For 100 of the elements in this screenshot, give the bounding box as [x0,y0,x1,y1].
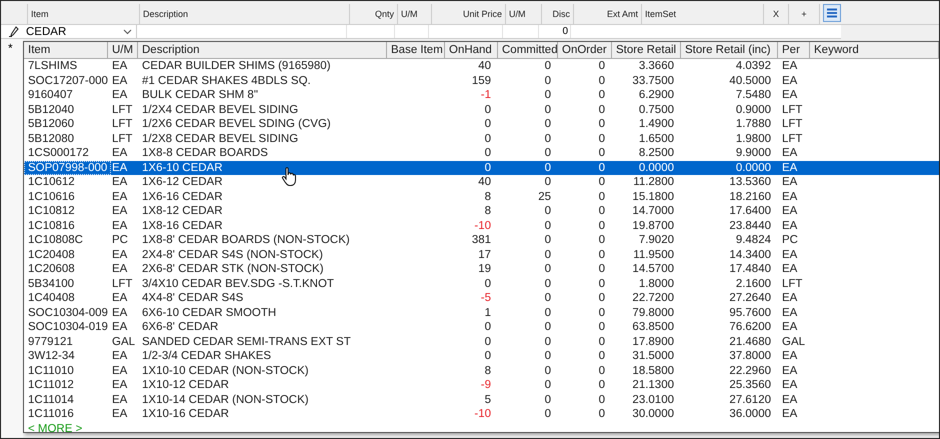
column-header[interactable]: Disc [542,4,574,24]
table-cell-text: 0 [598,218,606,233]
column-header[interactable]: OnOrder [558,42,612,58]
menu-icon[interactable] [823,4,841,22]
table-row[interactable]: 1C11012 EA 1X10-12 CEDAR -9 0 0 21.1300 25.3560 EA [24,378,939,392]
disc-cell[interactable]: 0 [539,25,571,38]
table-cell-text: -1 [480,88,492,102]
table-row[interactable]: SOP07998-000 EA 1X6-10 CEDAR 0 0 0 0.0000 0.0000 EA [24,160,939,175]
table-cell-text: 1C11012 [27,378,75,392]
column-header[interactable]: Keyword [810,42,939,58]
table-cell-text: SANDED CEDAR SEMI-TRANS EXT ST [141,334,352,349]
table-cell-text: 0.7500 [638,102,675,117]
table-row[interactable]: 1CS000172 EA 1X8-8 CEDAR BOARDS 0 0 0 8.2500 9.9000 EA [24,146,939,160]
table-cell-text: EA [781,378,798,392]
table-cell-text: 18.2160 [728,190,772,204]
column-header[interactable]: Store Retail (inc) [681,42,778,58]
column-header[interactable]: Base Item [387,42,445,58]
table-cell-text: EA [781,349,798,364]
table-row[interactable]: 1C20408 EA 2X4-8' CEDAR S4S (NON-STOCK) 17 0 0 11.9500 14.3400 EA [24,248,939,262]
table-cell-text: EA [111,59,128,74]
column-header[interactable]: Qnty [350,4,398,24]
table-cell-text: 0 [484,334,492,349]
more-link[interactable]: < MORE > [28,422,82,434]
table-row[interactable]: 1C11016 EA 1X10-16 CEDAR -10 0 0 30.0000 36.0000 EA [24,407,939,422]
table-cell-text: 1.4900 [638,117,675,132]
column-header[interactable]: Store Retail [612,42,681,58]
table-cell-text: 76.6200 [728,320,772,334]
table-cell-text: 0 [544,378,552,392]
column-header[interactable]: + [789,4,820,24]
table-cell-text: 11.2800 [632,175,675,190]
table-row[interactable]: 1C10616 EA 1X6-16 CEDAR 8 25 0 15.1800 18.2160 EA [24,190,939,204]
table-row[interactable]: 1C20608 EA 2X6-8' CEDAR STK (NON-STOCK) 19 0 0 14.5700 17.4840 EA [24,262,939,276]
table-cell-text: EA [111,175,128,190]
table-row[interactable]: 5B12060 LFT 1/2X6 CEDAR BEVEL SDING (CVG) 0 0 0 1.4900 1.7880 LFT [24,117,939,132]
table-cell-text: 0 [544,132,552,146]
table-cell-text: 14.3400 [728,248,772,262]
table-cell-text: -9 [480,378,492,392]
column-header[interactable]: X [764,4,789,24]
column-header[interactable]: Item [24,42,108,58]
table-cell-text: EA [781,407,798,422]
table-cell-text: 4.0392 [734,59,772,74]
table-cell-text: 2X6-8' CEDAR STK (NON-STOCK) [141,262,325,276]
table-row[interactable]: 7LSHIMS EA CEDAR BUILDER SHIMS (9165980) 40 0 0 3.3660 4.0392 EA [24,59,939,74]
column-header[interactable]: ItemSet [642,4,764,24]
column-header[interactable]: Description [138,42,387,58]
table-cell-text: 1C11014 [27,392,75,407]
column-header[interactable]: Unit Price [432,4,506,24]
table-row[interactable]: SOC10304-009 EA 6X6-10 CEDAR SMOOTH 1 0 0 79.8000 95.7600 EA [24,306,939,320]
table-row[interactable]: 5B12080 LFT 1/2X8 CEDAR BEVEL SIDING 0 0 0 1.6500 1.9800 LFT [24,132,939,146]
table-cell-text: 0 [598,378,606,392]
table-row[interactable]: 3W12-34 EA 1/2-3/4 CEDAR SHAKES 0 0 0 31.5000 37.8000 EA [24,349,939,364]
table-cell-text: 17.4840 [728,262,772,276]
table-cell-text: LFT [781,117,804,132]
table-row[interactable]: 9160407 EA BULK CEDAR SHM 8" -1 0 0 6.2900 7.5480 EA [24,88,939,102]
table-cell-text: 1X6-16 CEDAR [141,190,224,204]
column-header[interactable]: Item [28,4,140,24]
column-header[interactable]: Per [778,42,810,58]
table-row[interactable]: 1C10612 EA 1X6-12 CEDAR 40 0 0 11.2800 13.5360 EA [24,175,939,190]
table-cell-text: EA [781,74,798,88]
table-cell-text: SOC10304-019 [27,320,109,334]
item-combo-field[interactable]: CEDAR [25,25,137,38]
table-cell-text: 27.2640 [728,291,772,306]
table-cell-text: 5 [484,392,492,407]
column-header[interactable]: U/M [398,4,432,24]
table-cell-text: 21.1300 [631,378,675,392]
table-cell-text: EA [111,160,128,175]
table-cell-text: 8 [484,364,492,378]
table-cell-text: 0 [598,262,606,276]
table-row[interactable]: 1C10808C PC 1X8-8' CEDAR BOARDS (NON-STOCK) 381 0 0 7.9020 9.4824 PC [24,233,939,248]
table-row[interactable]: 1C11014 EA 1X10-14 CEDAR (NON-STOCK) 5 0 0 23.0100 27.6120 EA [24,392,939,407]
table-cell-text: 0 [598,102,606,117]
column-header[interactable]: U/M [506,4,542,24]
table-cell-text: 7LSHIMS [27,59,78,74]
table-row[interactable]: 1C40408 EA 4X4-8' CEDAR S4S -5 0 0 22.7200 27.2640 EA [24,291,939,306]
column-header[interactable]: OnHand [445,42,498,58]
column-header[interactable]: Ext Amt [574,4,642,24]
table-cell-text: EA [781,248,798,262]
table-row[interactable]: SOC17207-000 EA #1 CEDAR SHAKES 4BDLS SQ. 159 0 0 33.7500 40.5000 EA [24,74,939,88]
column-header[interactable]: Committed [498,42,558,58]
table-cell-text: 1X8-8 CEDAR BOARDS [141,146,269,160]
table-row[interactable]: 1C10816 EA 1X8-16 CEDAR -10 0 0 19.8700 23.8440 EA [24,218,939,233]
column-header[interactable]: Description [140,4,350,24]
table-row[interactable]: SOC10304-019 EA 6X6-8' CEDAR 0 0 0 63.8500 76.6200 EA [24,320,939,334]
table-cell-text: 33.7500 [631,74,675,88]
table-row[interactable]: 5B12040 LFT 1/2X4 CEDAR BEVEL SIDING 0 0 0 0.7500 0.9000 LFT [24,102,939,117]
table-row[interactable]: 9779121 GAL SANDED CEDAR SEMI-TRANS EXT ST 0 0 0 17.8900 21.4680 GAL [24,334,939,349]
table-row[interactable]: 5B34100 LFT 3/4X10 CEDAR BEV.SDG -S.T.KNOT 0 0 0 1.8000 2.1600 LFT [24,276,939,291]
table-cell-text: 0 [484,160,492,175]
table-cell-text: 0 [598,233,606,248]
column-header[interactable]: U/M [108,42,138,58]
table-cell-text: 9160407 [27,88,74,102]
table-cell-text: 0 [544,218,552,233]
table-cell-text: -5 [480,291,492,306]
table-cell-text: LFT [111,117,134,132]
table-cell-text: EA [111,306,128,320]
table-row[interactable]: 1C10812 EA 1X8-12 CEDAR 8 0 0 14.7000 17.6400 EA [24,204,939,218]
table-row[interactable]: 1C11010 EA 1X10-10 CEDAR (NON-STOCK) 8 0 0 18.5800 22.2960 EA [24,364,939,378]
table-cell-text: BULK CEDAR SHM 8" [141,88,259,102]
table-cell-text: 23.8440 [728,218,772,233]
table-cell-text: 0 [544,349,552,364]
